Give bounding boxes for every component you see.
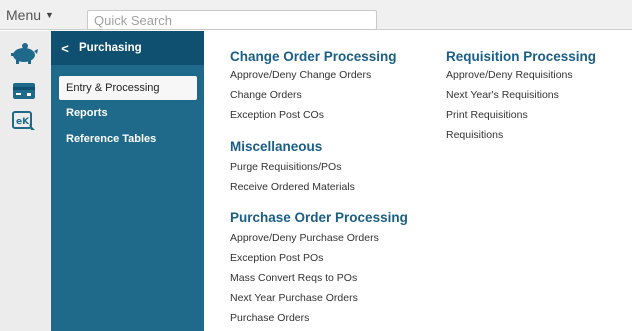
purchasing-subnav: < Purchasing Entry & Processing Reports … (51, 31, 204, 331)
piggy-bank-icon (11, 43, 38, 64)
chevron-left-icon[interactable]: < (51, 41, 79, 56)
menu-button[interactable]: Menu ▼ (6, 5, 54, 25)
section-title-requisition: Requisition Processing (446, 49, 597, 64)
quick-search-input[interactable]: Quick Search (87, 10, 377, 30)
subnav-header: < Purchasing (51, 31, 204, 65)
menu-label: Menu (6, 7, 42, 23)
link-approve-deny-requisitions[interactable]: Approve/Deny Requisitions (446, 69, 573, 81)
link-print-requisitions[interactable]: Print Requisitions (446, 109, 528, 121)
section-title-miscellaneous: Miscellaneous (230, 139, 323, 154)
quick-search-placeholder: Quick Search (94, 12, 173, 28)
rail-item-ek[interactable]: eK (4, 107, 44, 135)
caret-down-icon: ▼ (45, 10, 54, 20)
subnav-item-reports[interactable]: Reports (59, 101, 197, 125)
top-bar: Menu ▼ Quick Search (0, 0, 632, 30)
subnav-item-reference-tables[interactable]: Reference Tables (59, 127, 197, 151)
credit-card-icon (13, 83, 35, 99)
link-requisitions[interactable]: Requisitions (446, 129, 503, 141)
link-next-year-purchase-orders[interactable]: Next Year Purchase Orders (230, 292, 358, 304)
link-purchase-orders[interactable]: Purchase Orders (230, 312, 309, 324)
link-change-orders[interactable]: Change Orders (230, 89, 302, 101)
link-approve-deny-purchase-orders[interactable]: Approve/Deny Purchase Orders (230, 232, 379, 244)
section-title-change-order: Change Order Processing (230, 49, 397, 64)
svg-text:eK: eK (16, 117, 30, 127)
rail-item-piggy-bank[interactable] (4, 39, 44, 67)
subnav-title: Purchasing (79, 42, 142, 54)
section-title-purchase-order: Purchase Order Processing (230, 210, 408, 225)
subnav-item-label: Reports (66, 107, 108, 119)
link-mass-convert-reqs[interactable]: Mass Convert Reqs to POs (230, 272, 357, 284)
link-next-years-requisitions[interactable]: Next Year's Requisitions (446, 89, 559, 101)
subnav-item-label: Entry & Processing (66, 82, 160, 94)
link-purge-requisitions-pos[interactable]: Purge Requisitions/POs (230, 161, 341, 173)
link-exception-post-pos[interactable]: Exception Post POs (230, 252, 323, 264)
icon-rail: eK (0, 31, 51, 331)
main-content: Change Order Processing Approve/Deny Cha… (204, 31, 632, 331)
rail-item-credit-card[interactable] (4, 77, 44, 105)
ek-document-icon: eK (12, 111, 35, 130)
subnav-item-label: Reference Tables (66, 133, 157, 145)
subnav-item-entry-processing[interactable]: Entry & Processing (59, 76, 197, 100)
link-exception-post-cos[interactable]: Exception Post COs (230, 109, 324, 121)
link-receive-ordered-materials[interactable]: Receive Ordered Materials (230, 181, 355, 193)
link-approve-deny-change-orders[interactable]: Approve/Deny Change Orders (230, 69, 371, 81)
